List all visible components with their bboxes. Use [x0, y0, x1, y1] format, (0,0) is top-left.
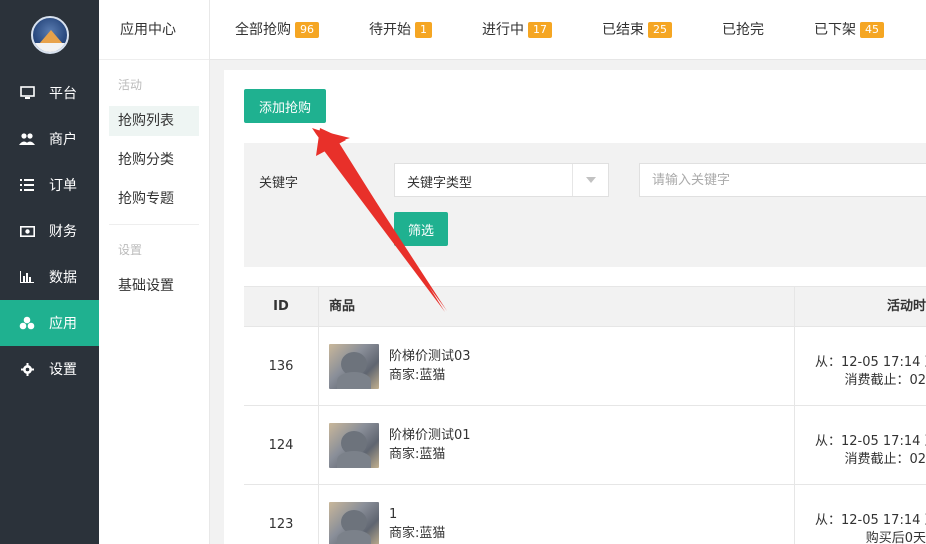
- row-time: 从：12-05 17:14 至 消费截止：02: [795, 406, 926, 484]
- tab-review[interactable]: 待审: [909, 0, 926, 59]
- row-goods: 1 商家:蓝猫: [319, 485, 795, 544]
- row-goods: 阶梯价测试03 商家:蓝猫: [319, 327, 795, 405]
- keyword-search-input[interactable]: [639, 163, 926, 197]
- count-badge: 45: [860, 22, 884, 38]
- tab-sold-out[interactable]: 已抢完: [697, 0, 789, 59]
- nav-item-finance[interactable]: 财务: [0, 208, 99, 254]
- time-range: 从：12-05 17:14 至: [815, 434, 926, 449]
- subnav-item-flash-sale-topic[interactable]: 抢购专题: [109, 184, 199, 214]
- table-row[interactable]: 123 1 商家:蓝猫 从：12-05 17:14 至 购买后0天: [244, 485, 926, 544]
- tab-label: 已结束: [602, 22, 644, 38]
- subnav-title: 应用中心: [99, 0, 209, 60]
- subnav-item-flash-sale-category[interactable]: 抢购分类: [109, 145, 199, 175]
- add-flash-sale-button[interactable]: 添加抢购: [244, 89, 326, 123]
- tab-all[interactable]: 全部抢购 96: [210, 0, 344, 59]
- column-header-time: 活动时: [886, 299, 926, 314]
- flash-sale-table: ID 商品 活动时 136 阶梯价测试03 商家:蓝猫 从：12-05 17:1…: [244, 286, 926, 544]
- nav-item-merchant[interactable]: 商户: [0, 116, 99, 162]
- nav-item-label: 财务: [49, 224, 77, 240]
- product-name: 阶梯价测试03: [389, 349, 471, 364]
- nav-item-label: 设置: [49, 362, 77, 378]
- nav-item-label: 商户: [49, 132, 77, 148]
- content-card: 添加抢购 关键字 关键字类型 筛选 ID 商品 活动时 136 阶梯价测试03 …: [224, 70, 926, 544]
- nav-item-label: 平台: [49, 86, 77, 102]
- merchant-name: 商家:蓝猫: [389, 368, 446, 383]
- time-range: 从：12-05 17:14 至: [815, 355, 926, 370]
- nav-item-data[interactable]: 数据: [0, 254, 99, 300]
- tab-label: 全部抢购: [235, 22, 291, 38]
- tab-off-shelf[interactable]: 已下架 45: [789, 0, 909, 59]
- product-name: 阶梯价测试01: [389, 428, 471, 443]
- tab-label: 已抢完: [722, 22, 764, 38]
- nav-item-platform[interactable]: 平台: [0, 70, 99, 116]
- table-row[interactable]: 136 阶梯价测试03 商家:蓝猫 从：12-05 17:14 至 消费截止：0…: [244, 327, 926, 406]
- users-icon: [18, 132, 36, 146]
- nav-item-order[interactable]: 订单: [0, 162, 99, 208]
- nav-item-settings[interactable]: 设置: [0, 346, 99, 392]
- monitor-icon: [18, 86, 36, 100]
- row-id: 124: [244, 406, 319, 484]
- tab-ongoing[interactable]: 进行中 17: [457, 0, 577, 59]
- row-id: 123: [244, 485, 319, 544]
- keyword-label: 关键字: [259, 176, 299, 191]
- subnav-item-basic-settings[interactable]: 基础设置: [109, 271, 199, 301]
- row-time: 从：12-05 17:14 至 购买后0天: [795, 485, 926, 544]
- tab-label: 待开始: [369, 22, 411, 38]
- apps-icon: [18, 316, 36, 330]
- nav-item-label: 订单: [49, 178, 77, 194]
- nav-item-label: 应用: [49, 316, 77, 332]
- column-header-goods: 商品: [319, 287, 795, 326]
- count-badge: 17: [528, 22, 552, 38]
- tab-label: 进行中: [482, 22, 524, 38]
- count-badge: 1: [415, 22, 432, 38]
- merchant-name: 商家:蓝猫: [389, 447, 446, 462]
- money-icon: [18, 225, 36, 237]
- time-deadline: 消费截止：02: [844, 452, 926, 467]
- product-thumbnail[interactable]: [329, 501, 379, 544]
- main-nav: 平台 商户 订单 财务 数据 应用 设置: [0, 0, 99, 544]
- row-time: 从：12-05 17:14 至 消费截止：02: [795, 327, 926, 405]
- sub-nav: 应用中心 活动 抢购列表 抢购分类 抢购专题 设置 基础设置: [99, 0, 210, 544]
- filter-button[interactable]: 筛选: [394, 212, 448, 246]
- product-thumbnail[interactable]: [329, 422, 379, 468]
- count-badge: 96: [295, 22, 319, 38]
- list-icon: [18, 179, 36, 191]
- time-deadline: 购买后0天: [865, 531, 926, 544]
- chevron-down-icon: [572, 164, 608, 196]
- bar-chart-icon: [18, 271, 36, 283]
- subnav-group-label: 设置: [118, 243, 143, 257]
- select-value: 关键字类型: [407, 176, 473, 191]
- column-header-id: ID: [244, 287, 319, 326]
- tab-label: 已下架: [814, 22, 856, 38]
- row-goods: 阶梯价测试01 商家:蓝猫: [319, 406, 795, 484]
- nav-item-apps[interactable]: 应用: [0, 300, 99, 346]
- subnav-group-label: 活动: [118, 78, 143, 92]
- row-id: 136: [244, 327, 319, 405]
- time-deadline: 消费截止：02: [844, 373, 926, 388]
- subnav-item-flash-sale-list[interactable]: 抢购列表: [109, 106, 199, 136]
- status-tabs: 全部抢购96 待开始1 进行中17 已结束25 已抢完 已下架45 待审: [210, 0, 926, 60]
- product-thumbnail[interactable]: [329, 343, 379, 389]
- logo-emblem-icon: [30, 16, 69, 54]
- tab-pending[interactable]: 待开始 1: [344, 0, 457, 59]
- logo[interactable]: [0, 0, 99, 70]
- product-name: 1: [389, 507, 398, 522]
- tab-ended[interactable]: 已结束 25: [577, 0, 697, 59]
- time-range: 从：12-05 17:14 至: [815, 513, 926, 528]
- merchant-name: 商家:蓝猫: [389, 526, 446, 541]
- filter-panel: 关键字 关键字类型 筛选: [244, 143, 926, 267]
- table-header: ID 商品 活动时: [244, 287, 926, 327]
- nav-item-label: 数据: [49, 270, 77, 286]
- table-row[interactable]: 124 阶梯价测试01 商家:蓝猫 从：12-05 17:14 至 消费截止：0…: [244, 406, 926, 485]
- keyword-type-select[interactable]: 关键字类型: [394, 163, 609, 197]
- gear-icon: [18, 362, 36, 376]
- count-badge: 25: [648, 22, 672, 38]
